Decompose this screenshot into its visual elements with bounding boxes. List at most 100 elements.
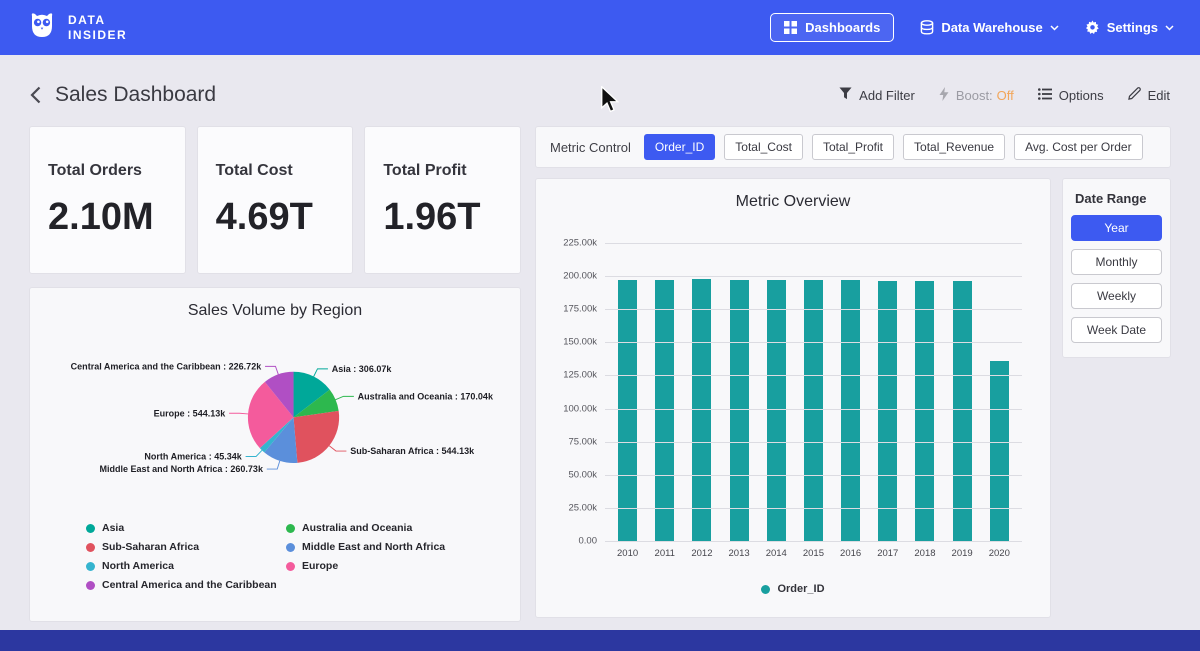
legend-label: Central America and the Caribbean	[102, 579, 277, 591]
bar-2017[interactable]	[878, 281, 897, 541]
main-content: Total Orders 2.10M Total Cost 4.69T Tota…	[0, 113, 1200, 621]
kpi-value: 2.10M	[48, 196, 185, 239]
legend-item-north-america[interactable]: North America	[86, 560, 286, 572]
gear-icon	[1085, 20, 1100, 35]
bar-chart-legend[interactable]: Order_ID	[550, 583, 1036, 595]
bar-2015[interactable]	[804, 280, 823, 541]
date-range-week-date-button[interactable]: Week Date	[1071, 317, 1162, 343]
gridline	[605, 541, 1022, 542]
legend-dot	[286, 543, 295, 552]
pie-slice-label: Europe : 544.13k	[154, 408, 227, 418]
top-navbar: DATA INSIDER Dashboards	[0, 0, 1200, 55]
bar-2019[interactable]	[953, 281, 972, 541]
metric-button-total-cost[interactable]: Total_Cost	[724, 134, 803, 160]
chevron-down-icon	[1165, 25, 1174, 31]
x-axis-tick-label: 2011	[655, 548, 675, 559]
edit-button[interactable]: Edit	[1128, 87, 1170, 103]
legend-dot	[286, 524, 295, 533]
dashboards-button[interactable]: Dashboards	[770, 13, 894, 42]
legend-item-central-america-and-the-caribbean[interactable]: Central America and the Caribbean	[86, 579, 286, 591]
legend-label: Europe	[302, 560, 338, 572]
gridline	[605, 243, 1022, 244]
pie-label-connector	[246, 450, 262, 456]
legend-item-sub-saharan-africa[interactable]: Sub-Saharan Africa	[86, 541, 286, 553]
bar-2014[interactable]	[767, 280, 786, 541]
gridline	[605, 409, 1022, 410]
pie-slice-label: North America : 45.34k	[144, 452, 242, 462]
page: DATA INSIDER Dashboards	[0, 0, 1200, 651]
metric-button-total-profit[interactable]: Total_Profit	[812, 134, 894, 160]
add-filter-button[interactable]: Add Filter	[839, 87, 915, 103]
data-warehouse-menu[interactable]: Data Warehouse	[920, 20, 1058, 35]
metric-button-total-revenue[interactable]: Total_Revenue	[903, 134, 1005, 160]
bar-chart-card: Metric Overview 201020112012201320142015…	[536, 179, 1050, 617]
pie-slice-label: Sub-Saharan Africa : 544.13k	[350, 446, 475, 456]
y-axis-tick-label: 225.00k	[551, 238, 597, 249]
bar-plot-area: 2010201120122013201420152016201720182019…	[605, 243, 1022, 541]
list-icon	[1038, 88, 1052, 103]
pie-chart: Asia : 306.07k Australia and Oceania : 17…	[44, 330, 506, 520]
boost-toggle[interactable]: Boost: Off	[939, 87, 1014, 104]
legend-dot	[86, 543, 95, 552]
metric-button-avg-cost-per-order[interactable]: Avg. Cost per Order	[1014, 134, 1143, 160]
date-range-panel: Date Range Year Monthly Weekly Week Date	[1063, 179, 1170, 357]
legend-item-middle-east-and-north-africa[interactable]: Middle East and North Africa	[286, 541, 445, 553]
legend-item-asia[interactable]: Asia	[86, 522, 286, 534]
bar-column: 2017	[873, 243, 903, 541]
pie-slice-label: Asia : 306.07k	[332, 364, 393, 374]
y-axis-tick-label: 125.00k	[551, 370, 597, 381]
kpi-label: Total Orders	[48, 162, 185, 180]
gridline	[605, 276, 1022, 277]
legend-dot	[86, 581, 95, 590]
bar-column: 2013	[724, 243, 754, 541]
back-button[interactable]	[30, 86, 41, 104]
bottom-bar	[0, 630, 1200, 651]
dashboard-grid-icon	[784, 21, 797, 34]
legend-item-europe[interactable]: Europe	[286, 560, 445, 572]
y-axis-tick-label: 200.00k	[551, 271, 597, 282]
page-title: Sales Dashboard	[55, 83, 216, 107]
x-axis-tick-label: 2019	[952, 548, 973, 559]
bar-chart-title: Metric Overview	[550, 193, 1036, 211]
bar-2012[interactable]	[692, 279, 711, 541]
pie-label-connector	[267, 461, 280, 469]
options-button[interactable]: Options	[1038, 88, 1104, 103]
left-column: Total Orders 2.10M Total Cost 4.69T Tota…	[30, 127, 520, 621]
legend-dot	[761, 585, 770, 594]
settings-menu[interactable]: Settings	[1085, 20, 1174, 35]
bar-2020[interactable]	[990, 361, 1009, 541]
pie-slice-sub-saharan-africa[interactable]	[294, 411, 340, 463]
bar-column: 2020	[984, 243, 1014, 541]
bar-2010[interactable]	[618, 280, 637, 541]
pie-slice-label: Middle East and North Africa : 260.73k	[99, 464, 263, 474]
legend-label: Middle East and North Africa	[302, 541, 445, 553]
boost-value: Off	[997, 88, 1014, 103]
bar-column: 2014	[761, 243, 791, 541]
date-range-year-button[interactable]: Year	[1071, 215, 1162, 241]
bar-column: 2016	[836, 243, 866, 541]
gridline	[605, 375, 1022, 376]
legend-dot	[86, 562, 95, 571]
date-range-monthly-button[interactable]: Monthly	[1071, 249, 1162, 275]
pie-legend-column: Australia and Oceania Middle East and Nor…	[286, 522, 445, 598]
bar-2018[interactable]	[915, 281, 934, 541]
pie-slice-label: Australia and Oceania : 170.04k	[358, 391, 494, 401]
kpi-label: Total Cost	[216, 162, 353, 180]
chevron-down-icon	[1050, 25, 1059, 31]
bar-2013[interactable]	[730, 280, 749, 541]
kpi-value: 1.96T	[383, 196, 520, 239]
metric-button-order-id[interactable]: Order_ID	[644, 134, 715, 160]
bar-2011[interactable]	[655, 280, 674, 541]
y-axis-tick-label: 50.00k	[551, 469, 597, 480]
brand-logo[interactable]: DATA INSIDER	[26, 9, 127, 46]
x-axis-tick-label: 2014	[766, 548, 787, 559]
pie-label-connector	[329, 446, 346, 451]
legend-item-australia-and-oceania[interactable]: Australia and Oceania	[286, 522, 445, 534]
date-range-weekly-button[interactable]: Weekly	[1071, 283, 1162, 309]
y-axis-tick-label: 0.00	[551, 536, 597, 547]
kpi-card-total-cost: Total Cost 4.69T	[198, 127, 353, 273]
pie-label-connector	[314, 369, 328, 377]
pie-label-connector	[265, 366, 278, 374]
database-icon	[920, 20, 934, 35]
bar-2016[interactable]	[841, 280, 860, 541]
